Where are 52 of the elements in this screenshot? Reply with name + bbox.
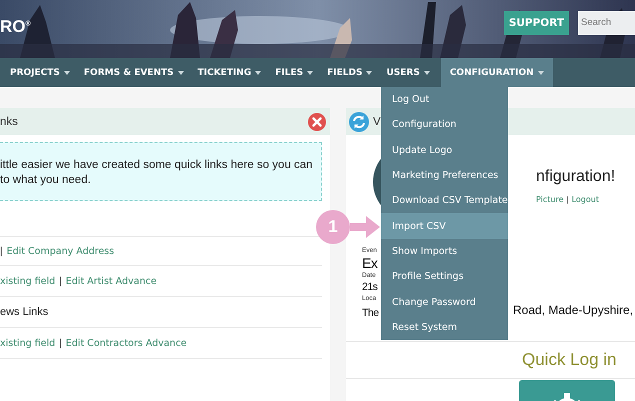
nav-tab[interactable]: CONFIGURATION [440,58,553,87]
nav-tab[interactable]: FIELDS [327,58,378,87]
link[interactable]: xisting field [0,338,56,348]
row-text: ews Links [0,306,48,318]
menu-item[interactable]: Update Logo [381,138,508,163]
quick-login-title: Quick Log in [522,350,616,370]
nav-tab[interactable]: USERS [386,58,436,87]
menu-item[interactable]: Import CSV [381,213,508,239]
separator: | [566,195,569,204]
info-message: ittle easier we have created some quick links here so you can to what you need. [0,142,322,201]
separator: | [59,276,62,286]
search-field[interactable]: Search [578,10,635,34]
caret-icon [64,70,70,74]
link[interactable]: Edit Artist Advance [66,276,157,286]
event-name: Ex [362,255,378,272]
welcome-heading: nfiguration! [536,168,616,186]
nav-tab[interactable]: FILES [275,58,320,87]
event-location: The [362,307,379,319]
logo[interactable]: RO$^{®}$ [0,17,31,37]
menu-item[interactable]: Download CSV Template [381,188,508,214]
separator: | [0,246,3,256]
caret-icon [307,70,314,74]
support-button[interactable]: SUPPORT [504,10,569,34]
menu-item[interactable]: Log Out [381,87,508,112]
caret-icon [255,70,262,74]
menu-item[interactable]: Show Imports [381,238,508,264]
panel-title: nks [0,116,18,128]
menu-item[interactable]: Change Password [381,289,508,315]
link[interactable]: Logout [572,195,599,204]
separator: | [59,338,62,348]
nav-tab[interactable]: PROJECTS [10,58,76,87]
panel-title: V [373,116,381,128]
arrow-icon [350,216,380,238]
nav-tab[interactable]: FORMS & EVENTS [84,58,190,87]
menu-item[interactable]: Marketing Preferences [381,162,508,188]
refresh-icon[interactable] [349,112,369,132]
caret-icon [538,70,544,74]
menu-item[interactable]: Reset System [381,314,508,340]
close-icon[interactable] [308,112,326,130]
settings-button[interactable] [519,380,615,401]
link[interactable]: Edit Contractors Advance [66,338,187,348]
event-location: Road, Made-Upyshire, [513,303,634,319]
caret-icon [424,70,430,74]
event-date: 21s [362,280,378,295]
nav-tab[interactable]: TICKETING [198,58,268,87]
caret-icon [366,70,372,74]
menu-item[interactable]: Profile Settings [381,264,508,290]
link[interactable]: Edit Company Address [6,246,114,256]
menu-item[interactable]: Configuration [381,112,508,138]
link[interactable]: xisting field [0,276,56,286]
link[interactable]: Picture [536,195,564,204]
caret-icon [178,70,184,74]
